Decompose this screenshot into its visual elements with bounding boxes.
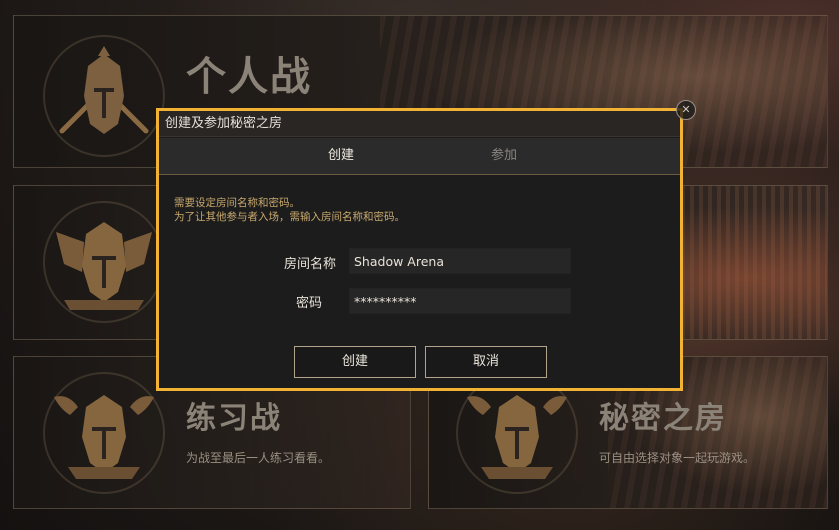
card-description: 为战至最后一人练习看看。 [186,451,331,465]
tab-create[interactable]: 创建 [281,138,401,174]
password-label: 密码 [295,296,322,311]
knight-helmet-flags-emblem-icon [34,192,174,332]
card-title: 个人战 [186,54,312,100]
room-name-label: 房间名称 [283,257,336,272]
instruction-text-1: 需要设定房间名称和密码。 [174,197,300,209]
password-input[interactable]: ********** [349,288,571,314]
dialog-title: 创建及参加秘密之房 [159,111,680,137]
card-title: 秘密之房 [599,401,727,436]
card-title: 练习战 [186,401,282,436]
cancel-button[interactable]: 取消 [425,346,547,378]
close-icon[interactable]: ✕ [676,100,696,120]
dialog-tabs: 创建 参加 [159,138,680,175]
tab-join[interactable]: 参加 [444,138,564,174]
knight-helmet-axes-emblem-icon [34,363,174,503]
instruction-text-2: 为了让其他参与者入场，需输入房间名称和密码。 [174,211,405,223]
card-description: 可自由选择对象一起玩游戏。 [599,451,756,465]
room-name-input[interactable]: Shadow Arena [349,248,571,274]
secret-room-dialog: 创建及参加秘密之房 创建 参加 需要设定房间名称和密码。 为了让其他参与者入场，… [156,108,683,391]
knight-helmet-emblem-icon [34,26,174,166]
create-button[interactable]: 创建 [294,346,416,378]
